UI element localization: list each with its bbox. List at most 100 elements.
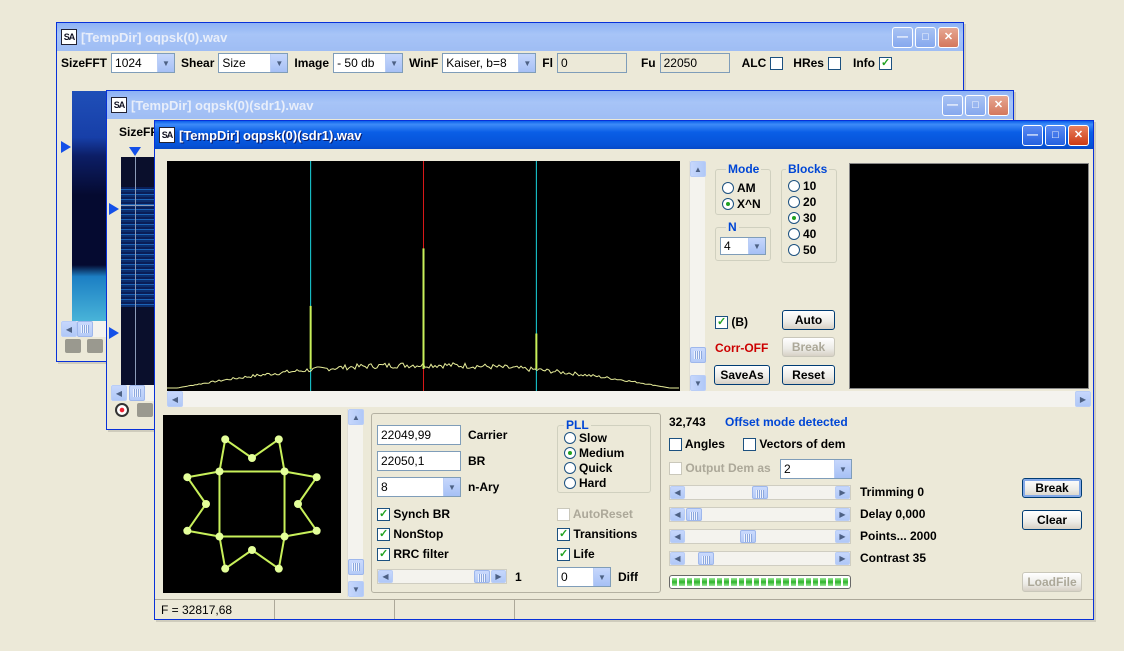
- vectors-checkbox[interactable]: [743, 438, 756, 452]
- zoom-icon[interactable]: [115, 403, 129, 417]
- back-window-titlebar[interactable]: SA [TempDir] oqpsk(0).wav — □ ✕: [57, 23, 963, 51]
- spectrum-display[interactable]: [167, 161, 680, 391]
- saveas-button[interactable]: SaveAs: [714, 365, 770, 385]
- slider-thumb[interactable]: [686, 508, 702, 521]
- blocks-option[interactable]: 10: [788, 178, 816, 194]
- back-tool-icon-2[interactable]: [87, 339, 103, 353]
- autoreset-checkbox[interactable]: [557, 508, 570, 522]
- scroll-thumb[interactable]: [690, 347, 706, 363]
- scroll-left-icon[interactable]: ◀: [167, 391, 183, 407]
- spectrum-h-scroll[interactable]: ◀ ▶: [167, 391, 1091, 407]
- slider-thumb[interactable]: [740, 530, 756, 543]
- minimize-icon[interactable]: —: [942, 94, 963, 116]
- synch-br-row[interactable]: Synch BR: [377, 507, 450, 522]
- symbol-slider[interactable]: ◀ ▶: [377, 569, 507, 584]
- minimize-icon[interactable]: —: [1022, 124, 1043, 146]
- mode-radio[interactable]: [722, 198, 734, 210]
- life-row[interactable]: Life: [557, 547, 595, 562]
- back-h-scroll[interactable]: ◀: [61, 321, 109, 337]
- scroll-thumb[interactable]: [77, 321, 93, 337]
- blocks-radio[interactable]: [788, 244, 800, 256]
- vectors-row[interactable]: Vectors of dem: [743, 437, 845, 452]
- pll-option[interactable]: Quick: [564, 460, 624, 475]
- shear-select[interactable]: Size ▼: [218, 53, 289, 73]
- synch-br-checkbox[interactable]: [377, 507, 390, 522]
- info-checkbox[interactable]: [878, 56, 892, 70]
- br-field[interactable]: 22050,1: [377, 451, 461, 471]
- b-checkbox[interactable]: [715, 315, 728, 330]
- trimming-slider[interactable]: ◀ ▶: [669, 485, 851, 500]
- contrast-slider[interactable]: ◀ ▶: [669, 551, 851, 566]
- nonstop-row[interactable]: NonStop: [377, 527, 443, 542]
- minimize-icon[interactable]: —: [892, 26, 913, 48]
- blocks-radio[interactable]: [788, 196, 800, 208]
- nary-select[interactable]: 8 ▼: [377, 477, 461, 497]
- scroll-thumb[interactable]: [129, 385, 145, 401]
- middle-tool-icon[interactable]: [137, 403, 153, 417]
- angles-checkbox[interactable]: [669, 438, 682, 452]
- image-select[interactable]: - 50 db ▼: [333, 53, 404, 73]
- scroll-left-icon[interactable]: ◀: [670, 486, 685, 499]
- scroll-right-icon[interactable]: ▶: [491, 570, 506, 583]
- scroll-down-icon[interactable]: ▼: [690, 375, 706, 391]
- reset-button[interactable]: Reset: [782, 365, 835, 385]
- fl-field[interactable]: 0: [556, 53, 627, 73]
- angles-row[interactable]: Angles: [669, 437, 725, 452]
- rrc-checkbox[interactable]: [377, 547, 390, 562]
- pll-radio[interactable]: [564, 431, 576, 444]
- output-dem-select[interactable]: 2 ▼: [780, 459, 852, 479]
- slider-thumb[interactable]: [752, 486, 768, 499]
- break-button[interactable]: Break: [1022, 478, 1082, 498]
- blocks-option[interactable]: 20: [788, 194, 816, 210]
- transitions-row[interactable]: Transitions: [557, 527, 637, 542]
- slider-thumb[interactable]: [698, 552, 714, 565]
- fu-field[interactable]: 22050: [659, 53, 730, 73]
- scroll-thumb[interactable]: [348, 559, 364, 575]
- loadfile-button[interactable]: LoadFile: [1022, 572, 1082, 592]
- n-select[interactable]: 4 ▼: [720, 237, 766, 255]
- scroll-left-icon[interactable]: ◀: [61, 321, 77, 337]
- blocks-option[interactable]: 30: [788, 210, 816, 226]
- delay-slider[interactable]: ◀ ▶: [669, 507, 851, 522]
- maximize-icon[interactable]: □: [1045, 124, 1066, 146]
- output-dem-row[interactable]: Output Dem as: [669, 461, 771, 476]
- front-window-titlebar[interactable]: SA [TempDir] oqpsk(0)(sdr1).wav — □ ✕: [155, 121, 1093, 149]
- autoreset-row[interactable]: AutoReset: [557, 507, 633, 522]
- slider-thumb[interactable]: [474, 570, 490, 583]
- carrier-field[interactable]: 22049,99: [377, 425, 461, 445]
- auto-button[interactable]: Auto: [782, 310, 835, 330]
- diff-select[interactable]: 0 ▼: [557, 567, 611, 587]
- scroll-right-icon[interactable]: ▶: [835, 486, 850, 499]
- blocks-option[interactable]: 50: [788, 242, 816, 258]
- mode-radio[interactable]: [722, 182, 734, 194]
- scroll-right-icon[interactable]: ▶: [835, 530, 850, 543]
- spectrum-v-scroll[interactable]: ▲ ▼: [689, 161, 706, 391]
- scroll-left-icon[interactable]: ◀: [111, 385, 127, 401]
- pll-option[interactable]: Slow: [564, 430, 624, 445]
- pll-radio[interactable]: [564, 476, 576, 489]
- blocks-radio[interactable]: [788, 228, 800, 240]
- scroll-right-icon[interactable]: ▶: [835, 508, 850, 521]
- nonstop-checkbox[interactable]: [377, 527, 390, 542]
- break-top-button[interactable]: Break: [782, 337, 835, 357]
- pll-radio[interactable]: [564, 446, 576, 459]
- back-tool-icon-1[interactable]: [65, 339, 81, 353]
- scroll-up-icon[interactable]: ▲: [690, 161, 706, 177]
- close-icon[interactable]: ✕: [1068, 124, 1089, 146]
- pll-option[interactable]: Medium: [564, 445, 624, 460]
- scroll-down-icon[interactable]: ▼: [348, 581, 364, 597]
- pll-radio[interactable]: [564, 461, 576, 474]
- constellation-v-scroll[interactable]: ▲ ▼: [347, 409, 364, 597]
- life-checkbox[interactable]: [557, 547, 570, 562]
- transitions-checkbox[interactable]: [557, 527, 570, 542]
- scroll-left-icon[interactable]: ◀: [670, 530, 685, 543]
- scroll-left-icon[interactable]: ◀: [670, 508, 685, 521]
- mode-option[interactable]: X^N: [722, 196, 761, 212]
- maximize-icon[interactable]: □: [915, 26, 936, 48]
- blocks-option[interactable]: 40: [788, 226, 816, 242]
- close-icon[interactable]: ✕: [988, 94, 1009, 116]
- mode-option[interactable]: AM: [722, 180, 761, 196]
- points-slider[interactable]: ◀ ▶: [669, 529, 851, 544]
- middle-h-scroll[interactable]: ◀: [111, 385, 157, 401]
- maximize-icon[interactable]: □: [965, 94, 986, 116]
